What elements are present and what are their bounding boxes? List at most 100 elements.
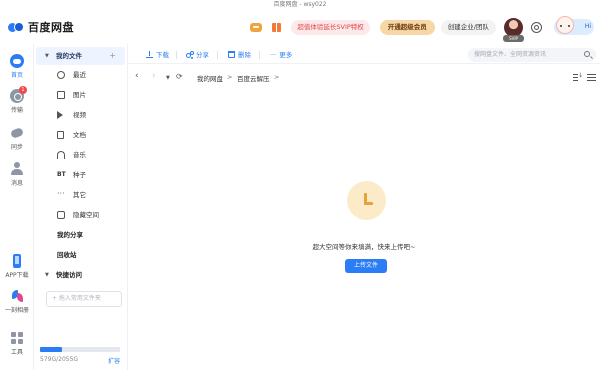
torrent-icon: BT: [57, 171, 66, 178]
nav-label-sync: 同步: [10, 144, 23, 151]
cloud-logo-icon: [8, 20, 26, 34]
upload-file-button[interactable]: 上传文件: [345, 259, 387, 273]
nav-transfer[interactable]: 1 传输: [0, 86, 34, 114]
trash-icon: [228, 51, 235, 58]
sidebar-item-recycle-bin[interactable]: 回收站: [36, 246, 125, 264]
my-files-label: 我的文件: [56, 52, 82, 60]
avatar[interactable]: SVIP: [503, 17, 524, 42]
create-enterprise-button[interactable]: 创建企业/团队: [440, 19, 496, 35]
gamepad-icon[interactable]: [250, 22, 263, 32]
search-icon[interactable]: [584, 51, 590, 57]
expand-storage-link[interactable]: 扩容: [108, 356, 120, 365]
gift-icon[interactable]: [272, 22, 282, 32]
storage-quota-text: 579G/2055G: [40, 356, 79, 363]
list-view-icon[interactable]: [587, 74, 596, 81]
videos-label: 视频: [73, 111, 86, 119]
lock-icon: [57, 211, 65, 219]
download-label: 下载: [156, 51, 169, 59]
nav-label-home: 首页: [10, 72, 23, 79]
home-icon: [10, 54, 24, 68]
tools-icon: [10, 331, 24, 345]
search-input[interactable]: 搜网盘文件、全网资源资讯: [468, 48, 596, 62]
sidebar-item-my-files[interactable]: ▼ 我的文件 +: [36, 47, 125, 65]
left-nav: 首页 1 传输 同步 消息 APP下载 一刻相册 工具: [0, 44, 34, 370]
delete-button[interactable]: 删除: [228, 49, 251, 61]
sidebar-item-recent[interactable]: 最近: [36, 66, 125, 84]
nav-photo-album[interactable]: 一刻相册: [0, 289, 34, 314]
forward-arrow-icon[interactable]: ›: [152, 71, 156, 81]
collapse-caret-icon[interactable]: ▼: [45, 47, 49, 65]
message-icon: [10, 162, 24, 176]
app-name: 百度网盘: [28, 21, 74, 34]
image-icon: [57, 91, 65, 99]
nav-label-message: 消息: [10, 180, 23, 187]
sidebar-item-hidden-space[interactable]: 隐藏空间: [36, 206, 125, 224]
nav-label-transfer: 传输: [10, 107, 23, 114]
empty-state-message: 超大空间等你来填满，快来上传吧~: [312, 243, 416, 251]
sidebar-item-music[interactable]: 音乐: [36, 146, 125, 164]
nav-sync[interactable]: 同步: [0, 126, 34, 151]
svip-promo-button[interactable]: 超值体验延长SVIP特权: [291, 19, 370, 35]
sidebar-item-documents[interactable]: 文档: [36, 126, 125, 144]
sidebar-item-quick-access[interactable]: ▼ 快捷访问: [36, 266, 125, 284]
more-label: 更多: [279, 51, 293, 59]
pinwheel-icon: [10, 289, 24, 303]
app-logo[interactable]: 百度网盘: [8, 19, 74, 35]
file-toolbar: 下载 分享 删除 ··· 更多 搜网盘文件、全网资源资讯: [128, 44, 600, 64]
sidebar-item-my-share[interactable]: 我的分享: [36, 226, 125, 244]
recycle-bin-label: 回收站: [57, 251, 77, 259]
mascot-text: Hi: [584, 23, 591, 30]
open-member-button[interactable]: 开通超级会员: [379, 19, 435, 35]
music-label: 音乐: [73, 151, 86, 159]
nav-tools[interactable]: 工具: [0, 331, 34, 356]
storage-quota-bar: [40, 347, 120, 352]
share-label: 分享: [196, 51, 209, 59]
mascot-icon: [556, 16, 574, 34]
sort-icon[interactable]: [573, 72, 583, 81]
more-button[interactable]: ··· 更多: [270, 49, 292, 61]
video-icon: [57, 111, 63, 119]
collapse-caret-icon[interactable]: ▼: [45, 266, 49, 284]
images-label: 图片: [73, 91, 86, 99]
transfer-badge: 1: [19, 86, 27, 94]
sidebar-item-torrents[interactable]: BT 种子: [36, 166, 125, 184]
download-button[interactable]: 下载: [146, 49, 169, 61]
breadcrumb-my-disk[interactable]: 我的网盘: [197, 73, 223, 83]
gear-icon[interactable]: [531, 21, 542, 33]
recent-label: 最近: [73, 71, 86, 79]
path-bar: ‹ › ▼ ⟳ 我的网盘 > 百度云解压 >: [128, 64, 600, 90]
breadcrumb-folder[interactable]: 百度云解压: [237, 73, 270, 83]
back-arrow-icon[interactable]: ‹: [135, 71, 139, 81]
empty-folder-clock-icon: [347, 181, 386, 220]
top-bar: 百度网盘 超值体验延长SVIP特权 开通超级会员 创建企业/团队 SVIP Hi: [0, 10, 600, 44]
other-label: 其它: [73, 191, 86, 199]
quick-access-label: 快捷访问: [56, 271, 82, 279]
refresh-icon[interactable]: ⟳: [176, 72, 183, 81]
main-content: 下载 分享 删除 ··· 更多 搜网盘文件、全网资源资讯 ‹ › ▼ ⟳ 我的网盘…: [128, 44, 600, 370]
nav-message[interactable]: 消息: [0, 162, 34, 187]
share-icon: [186, 51, 194, 58]
hidden-space-label: 隐藏空间: [73, 211, 99, 219]
history-dropdown-icon[interactable]: ▼: [166, 75, 170, 81]
sync-icon: [10, 126, 24, 140]
sidebar-item-other[interactable]: ··· 其它: [36, 186, 125, 204]
more-dots-icon: ···: [270, 51, 277, 59]
mascot-greeting[interactable]: Hi: [552, 16, 596, 38]
add-icon[interactable]: +: [109, 47, 116, 65]
storage-quota-fill: [40, 347, 63, 352]
documents-label: 文档: [73, 131, 86, 139]
share-button[interactable]: 分享: [186, 49, 209, 61]
quick-access-drop-zone[interactable]: + 拖入常用文件夹: [46, 291, 122, 307]
more-dots-icon: ···: [57, 189, 65, 198]
window-title: 百度网盘 - wsy022: [0, 0, 600, 10]
breadcrumb-separator: >: [227, 73, 233, 81]
phone-icon: [10, 254, 24, 268]
nav-app-download[interactable]: APP下载: [0, 254, 34, 279]
nav-label-tools: 工具: [10, 349, 23, 356]
svip-tag: SVIP: [503, 34, 524, 42]
delete-label: 删除: [238, 51, 251, 59]
nav-home[interactable]: 首页: [0, 54, 34, 79]
breadcrumb-separator: >: [274, 73, 280, 81]
sidebar-item-videos[interactable]: 视频: [36, 106, 125, 124]
sidebar-item-images[interactable]: 图片: [36, 86, 125, 104]
